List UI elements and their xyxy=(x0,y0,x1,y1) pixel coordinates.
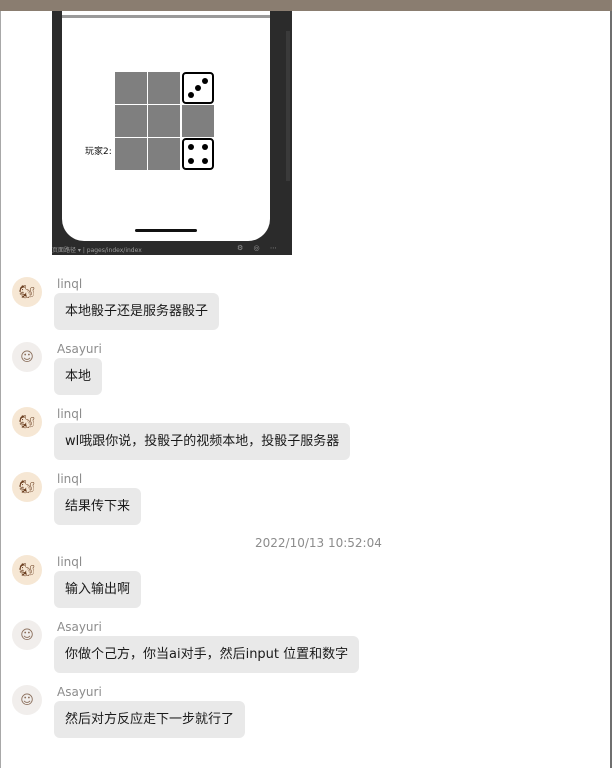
board-cell xyxy=(148,138,180,170)
avatar-asayuri-icon[interactable]: ☺ xyxy=(12,620,42,650)
sender-name: linql xyxy=(57,555,83,569)
sender-name: linql xyxy=(57,277,83,291)
board-cell xyxy=(148,105,180,137)
board-cell xyxy=(115,105,147,137)
avatar-linql-icon[interactable]: 🐿 xyxy=(12,407,42,437)
page-path-text: 页面路径 ▾ | pages/index/index xyxy=(52,247,142,254)
message-timestamp: 2022/10/13 10:52:04 xyxy=(255,536,382,550)
avatar-asayuri-icon[interactable]: ☺ xyxy=(12,342,42,372)
message-bubble[interactable]: 本地 xyxy=(54,358,103,395)
board-cell xyxy=(115,72,147,104)
message-bubble[interactable]: 输入输出啊 xyxy=(54,571,142,608)
phone-top-bar xyxy=(62,15,270,18)
devtools-icons: ⚙ ◎ ⋯ xyxy=(237,244,281,252)
window-border-left xyxy=(0,11,1,768)
window-titlebar[interactable] xyxy=(0,0,612,11)
message-bubble[interactable]: 结果传下来 xyxy=(54,488,142,525)
dice-board xyxy=(115,72,214,171)
board-cell xyxy=(182,105,214,137)
shared-screenshot[interactable]: 玩家2: 页面路径 ▾ | pages/index/index ⚙ ◎ ⋯ xyxy=(52,11,292,255)
phone-preview: 玩家2: xyxy=(62,11,270,241)
avatar-linql-icon[interactable]: 🐿 xyxy=(12,277,42,307)
die-pip xyxy=(188,144,194,150)
die-pip xyxy=(188,92,194,98)
die-pip xyxy=(195,85,201,91)
sender-name: Asayuri xyxy=(57,620,102,634)
die-pip xyxy=(188,158,194,164)
message-bubble[interactable]: 然后对方反应走下一步就行了 xyxy=(54,701,246,738)
die-three-icon xyxy=(182,72,214,104)
board-cell xyxy=(115,138,147,170)
die-pip xyxy=(202,78,208,84)
board-cell xyxy=(148,72,180,104)
sender-name: linql xyxy=(57,407,83,421)
sender-name: Asayuri xyxy=(57,685,102,699)
avatar-asayuri-icon[interactable]: ☺ xyxy=(12,685,42,715)
player-label: 玩家2: xyxy=(85,147,112,157)
avatar-linql-icon[interactable]: 🐿 xyxy=(12,472,42,502)
avatar-linql-icon[interactable]: 🐿 xyxy=(12,555,42,585)
die-four-icon xyxy=(182,138,214,170)
die-pip xyxy=(202,158,208,164)
message-bubble[interactable]: 本地骰子还是服务器骰子 xyxy=(54,293,220,330)
sender-name: linql xyxy=(57,472,83,486)
message-bubble[interactable]: 你做个己方，你当ai对手，然后input 位置和数字 xyxy=(54,636,360,673)
sender-name: Asayuri xyxy=(57,342,102,356)
message-bubble[interactable]: wl哦跟你说，投骰子的视频本地，投骰子服务器 xyxy=(54,423,351,460)
phone-home-bar xyxy=(135,229,197,232)
die-pip xyxy=(202,144,208,150)
screenshot-scrollbar xyxy=(286,31,290,181)
